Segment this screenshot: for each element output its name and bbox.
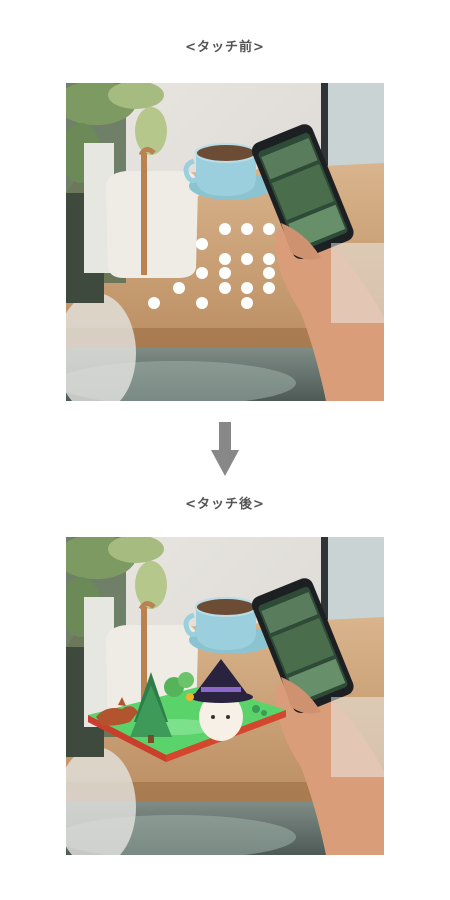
- desk-scene-after: [66, 537, 384, 855]
- caption-after-touch: <タッチ後>: [185, 497, 265, 512]
- photo-before-touch: [66, 83, 384, 401]
- desk-scene-before: [66, 83, 384, 401]
- down-arrow-icon: [211, 422, 239, 476]
- caption-before-touch: <タッチ前>: [185, 40, 265, 55]
- photo-after-touch: [66, 537, 384, 855]
